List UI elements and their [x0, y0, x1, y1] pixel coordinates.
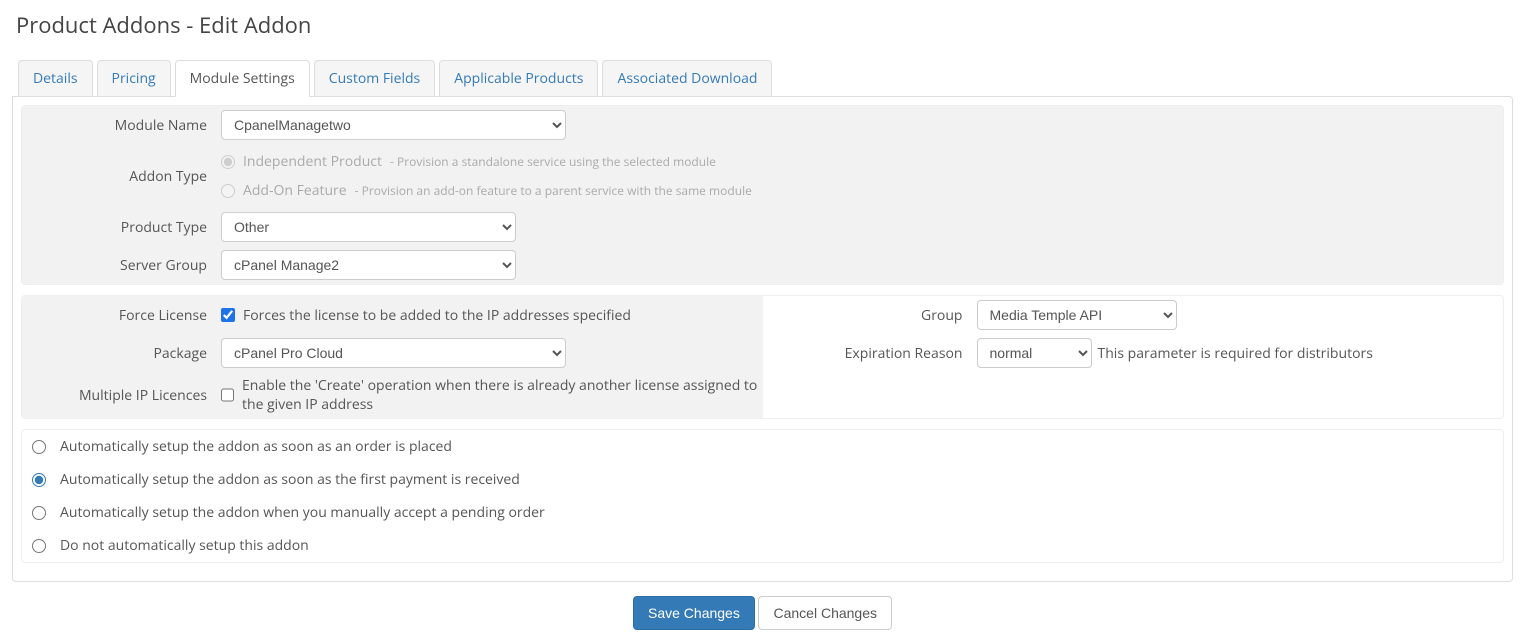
auto-setup-option-1[interactable]: Automatically setup the addon as soon as…: [22, 430, 1503, 463]
auto-setup-fieldset: Automatically setup the addon as soon as…: [21, 429, 1504, 563]
select-product-type[interactable]: Other: [221, 212, 516, 242]
module-config-fieldset: Module Name CpanelManagetwo Addon Type I…: [21, 105, 1504, 285]
label-expiration-reason: Expiration Reason: [763, 344, 973, 363]
help-expiration-reason: This parameter is required for distribut…: [1098, 344, 1373, 363]
addon-type-independent: Independent Product - Provision a standa…: [221, 152, 716, 171]
radio-auto-setup-payment[interactable]: [32, 473, 46, 487]
save-button[interactable]: Save Changes: [633, 596, 755, 630]
addon-type-independent-desc: - Provision a standalone service using t…: [390, 153, 716, 170]
select-group[interactable]: Media Temple API: [977, 300, 1177, 330]
addon-type-feature: Add-On Feature - Provision an add-on fea…: [221, 181, 752, 200]
tab-panel-module-settings: Module Name CpanelManagetwo Addon Type I…: [12, 96, 1513, 582]
radio-auto-setup-none[interactable]: [32, 539, 46, 553]
tab-details[interactable]: Details: [18, 60, 93, 97]
tab-associated-download[interactable]: Associated Download: [602, 60, 772, 97]
license-fieldset: Force License Forces the license to be a…: [21, 295, 1504, 419]
label-addon-type: Addon Type: [22, 167, 217, 186]
label-product-type: Product Type: [22, 218, 217, 237]
auto-setup-option-3-label: Automatically setup the addon when you m…: [60, 503, 545, 522]
tab-pricing[interactable]: Pricing: [97, 60, 171, 97]
tab-applicable-products[interactable]: Applicable Products: [439, 60, 598, 97]
button-row: Save Changes Cancel Changes: [12, 582, 1513, 632]
label-multiple-ip: Multiple IP Licences: [22, 386, 217, 405]
radio-auto-setup-order[interactable]: [32, 440, 46, 454]
cancel-button[interactable]: Cancel Changes: [758, 596, 892, 630]
checkbox-force-license[interactable]: [221, 308, 235, 322]
radio-addon-feature: [221, 184, 235, 198]
addon-type-independent-title: Independent Product: [243, 152, 382, 171]
checkbox-multiple-ip[interactable]: [221, 388, 234, 402]
tab-bar: Details Pricing Module Settings Custom F…: [12, 60, 1513, 97]
addon-type-feature-desc: - Provision an add-on feature to a paren…: [355, 182, 752, 199]
tab-custom-fields[interactable]: Custom Fields: [314, 60, 435, 97]
select-package[interactable]: cPanel Pro Cloud: [221, 338, 566, 368]
page-title: Product Addons - Edit Addon: [12, 10, 1513, 40]
auto-setup-option-4[interactable]: Do not automatically setup this addon: [22, 529, 1503, 562]
help-multiple-ip: Enable the 'Create' operation when there…: [242, 376, 759, 414]
radio-auto-setup-manual[interactable]: [32, 506, 46, 520]
label-package: Package: [22, 344, 217, 363]
label-server-group: Server Group: [22, 256, 217, 275]
radio-independent-product: [221, 155, 235, 169]
select-module-name[interactable]: CpanelManagetwo: [221, 110, 566, 140]
addon-type-feature-title: Add-On Feature: [243, 181, 347, 200]
label-force-license: Force License: [22, 306, 217, 325]
auto-setup-option-2-label: Automatically setup the addon as soon as…: [60, 470, 520, 489]
label-group: Group: [763, 306, 973, 325]
select-server-group[interactable]: cPanel Manage2: [221, 250, 516, 280]
select-expiration-reason[interactable]: normal: [977, 338, 1092, 368]
label-module-name: Module Name: [22, 116, 217, 135]
auto-setup-option-2[interactable]: Automatically setup the addon as soon as…: [22, 463, 1503, 496]
help-force-license: Forces the license to be added to the IP…: [243, 306, 631, 325]
auto-setup-option-4-label: Do not automatically setup this addon: [60, 536, 309, 555]
tab-module-settings[interactable]: Module Settings: [175, 60, 310, 97]
auto-setup-option-3[interactable]: Automatically setup the addon when you m…: [22, 496, 1503, 529]
auto-setup-option-1-label: Automatically setup the addon as soon as…: [60, 437, 452, 456]
